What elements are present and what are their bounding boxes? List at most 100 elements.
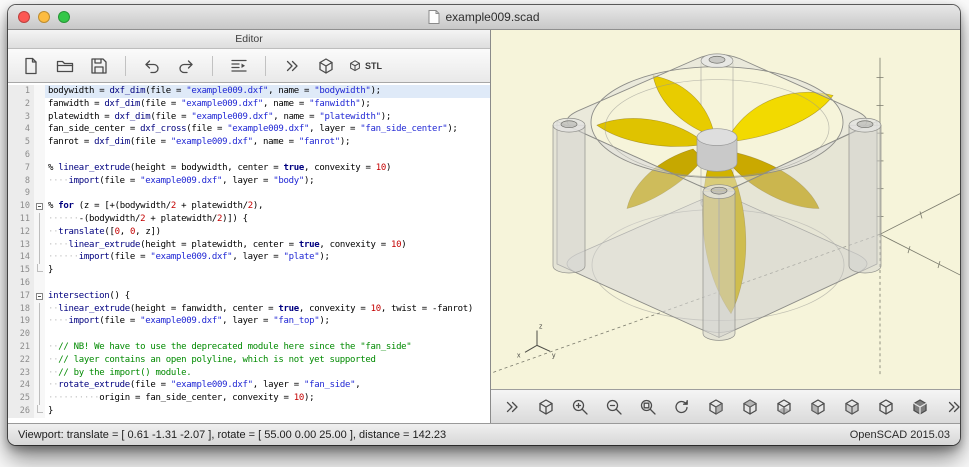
fold-marker — [34, 404, 45, 418]
code-line-text: ··// by the import() module. — [48, 367, 192, 378]
3d-viewport[interactable]: z x y — [491, 30, 960, 389]
code-line[interactable]: 1 bodywidth = dxf_dim(file = "example009.… — [8, 85, 490, 98]
code-line[interactable]: 2 fanwidth = dxf_dim(file = "example009.d… — [8, 97, 490, 111]
fold-marker — [34, 85, 45, 98]
zoom-in-button[interactable] — [567, 393, 593, 421]
view-more-left-button[interactable] — [499, 393, 525, 421]
line-number: 22 — [8, 353, 34, 367]
open-button[interactable] — [52, 52, 78, 80]
toolbar-separator — [265, 55, 266, 76]
line-number: 10 — [8, 200, 34, 213]
preview-button[interactable] — [279, 52, 305, 80]
code-line-text: % linear_extrude(height = bodywidth, cen… — [48, 162, 392, 173]
line-number: 26 — [8, 404, 34, 418]
code-line[interactable]: 26} — [8, 404, 490, 418]
code-line[interactable]: 8 ····import(file = "example009.dxf", lay… — [8, 174, 490, 188]
version-label: OpenSCAD 2015.03 — [849, 428, 950, 441]
fold-marker — [34, 392, 45, 405]
perspective-button[interactable] — [907, 393, 933, 421]
titlebar[interactable]: example009.scad — [8, 5, 960, 30]
code-line[interactable]: 14 ······import(file = "example009.dxf", … — [8, 251, 490, 265]
export-stl-button[interactable]: STL — [347, 52, 382, 80]
fold-marker[interactable] — [34, 289, 45, 303]
code-line[interactable]: 10 % for (z = [+(bodywidth/2 + platewidth… — [8, 200, 490, 213]
line-number: 4 — [8, 123, 34, 137]
indent-button[interactable] — [226, 52, 252, 80]
close-button[interactable] — [18, 11, 30, 23]
code-line[interactable]: 9 — [8, 187, 490, 201]
line-number: 19 — [8, 315, 34, 329]
line-number: 14 — [8, 251, 34, 265]
line-number: 15 — [8, 264, 34, 277]
view-more-right-button[interactable] — [941, 393, 960, 421]
fold-marker — [34, 174, 45, 188]
code-line[interactable]: 11 ······-(bodywidth/2 + platewidth/2)]) … — [8, 212, 490, 226]
code-line[interactable]: 16 — [8, 276, 490, 290]
code-line[interactable]: 25 ··········origin = fan_side_center, co… — [8, 392, 490, 405]
code-line[interactable]: 19 ····import(file = "example009.dxf", la… — [8, 315, 490, 329]
line-number: 21 — [8, 340, 34, 354]
view-back-button[interactable] — [873, 393, 899, 421]
viewport-pane: z x y — [491, 30, 960, 423]
code-editor[interactable]: 1 bodywidth = dxf_dim(file = "example009.… — [8, 83, 490, 423]
code-line-text: ····import(file = "example009.dxf", laye… — [48, 316, 330, 327]
line-number: 3 — [8, 110, 34, 124]
minimize-button[interactable] — [38, 11, 50, 23]
code-line[interactable]: 3 platewidth = dxf_dim(file = "example009… — [8, 110, 490, 124]
code-line-text: ··// NB! We have to use the deprecated m… — [48, 341, 412, 352]
code-line[interactable]: 15} — [8, 264, 490, 277]
redo-button[interactable] — [173, 52, 199, 80]
view-right-button[interactable] — [703, 393, 729, 421]
editor-panel-header[interactable]: Editor — [8, 30, 490, 49]
fold-marker[interactable] — [34, 200, 45, 213]
line-number: 20 — [8, 328, 34, 341]
render-button[interactable] — [313, 52, 339, 80]
fold-marker — [34, 264, 45, 277]
fold-marker — [34, 366, 45, 380]
code-line[interactable]: 23 ··// by the import() module. — [8, 366, 490, 380]
toolbar-separator — [125, 55, 126, 76]
code-line-text: intersection() { — [48, 290, 130, 301]
fold-marker — [34, 315, 45, 329]
code-line-text: } — [48, 405, 54, 416]
code-line[interactable]: 20 — [8, 328, 490, 341]
view-toolbar — [491, 389, 960, 423]
editor-toolbar: STL — [8, 49, 490, 83]
code-line[interactable]: 4 fan_side_center = dxf_cross(file = "exa… — [8, 123, 490, 137]
view-left-button[interactable] — [805, 393, 831, 421]
undo-button[interactable] — [139, 52, 165, 80]
code-line[interactable]: 6 — [8, 148, 490, 162]
axis-label-x: x — [517, 352, 521, 359]
line-number: 24 — [8, 379, 34, 393]
view-render-button[interactable] — [533, 393, 559, 421]
code-line[interactable]: 24 ··rotate_extrude(file = "example009.dx… — [8, 379, 490, 393]
view-bottom-button[interactable] — [771, 393, 797, 421]
new-button[interactable] — [18, 52, 44, 80]
code-line[interactable]: 22 ··// layer contains an open polyline, … — [8, 353, 490, 367]
code-line-text: platewidth = dxf_dim(file = "example009.… — [48, 111, 392, 122]
line-number: 2 — [8, 97, 34, 111]
zoom-button[interactable] — [58, 11, 70, 23]
editor-pane: Editor STL 1 bodywidth = dxf_dim(file = "… — [8, 30, 491, 423]
window-controls — [18, 11, 70, 23]
reset-view-button[interactable] — [669, 393, 695, 421]
code-line[interactable]: 18 ··linear_extrude(height = fanwidth, ce… — [8, 302, 490, 316]
code-line[interactable]: 13 ····linear_extrude(height = platewidth… — [8, 238, 490, 252]
view-top-button[interactable] — [737, 393, 763, 421]
statusbar: Viewport: translate = [ 0.61 -1.31 -2.07… — [8, 423, 960, 445]
code-line-text: ··········origin = fan_side_center, conv… — [48, 393, 315, 404]
code-line[interactable]: 7 % linear_extrude(height = bodywidth, ce… — [8, 161, 490, 175]
code-line[interactable]: 12 ··translate([0, 0, z]) — [8, 225, 490, 239]
code-line[interactable]: 21 ··// NB! We have to use the deprecated… — [8, 340, 490, 354]
code-line[interactable]: 5 fanrot = dxf_dim(file = "example009.dxf… — [8, 136, 490, 149]
save-button[interactable] — [86, 52, 112, 80]
line-number: 13 — [8, 238, 34, 252]
view-front-button[interactable] — [839, 393, 865, 421]
code-line[interactable]: 17 intersection() { — [8, 289, 490, 303]
zoom-out-button[interactable] — [601, 393, 627, 421]
editor-panel-title: Editor — [235, 33, 263, 45]
zoom-all-button[interactable] — [635, 393, 661, 421]
code-line-text: ····linear_extrude(height = platewidth, … — [48, 239, 407, 250]
